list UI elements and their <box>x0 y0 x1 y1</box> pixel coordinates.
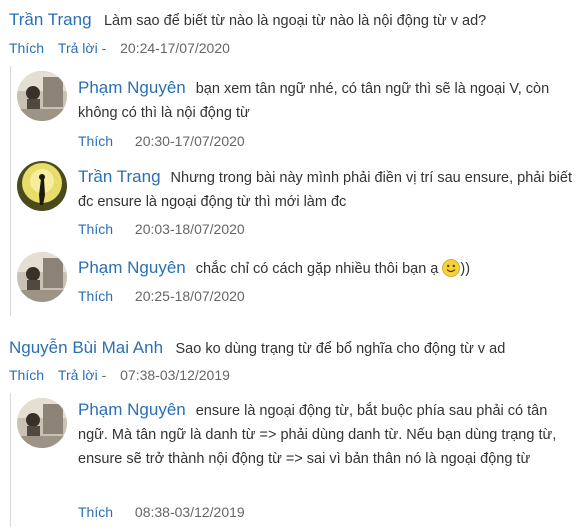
comment-author[interactable]: Nguyễn Bùi Mai Anh <box>9 338 163 357</box>
reply-item: Trần Trang Nhưng trong bài này mình phải … <box>17 161 577 241</box>
like-button[interactable]: Thích <box>9 367 44 383</box>
comment-meta: Thích Trả lời - 20:24-17/07/2020 <box>9 38 230 58</box>
like-button[interactable]: Thích <box>78 504 113 520</box>
replies-list: Phạm Nguyên ensure là ngoại động từ, bắt … <box>10 393 581 527</box>
reply-body: Phạm Nguyên ensure là ngoại động từ, bắt … <box>78 398 573 471</box>
reply-text: chắc chỉ có cách gặp nhiều thôi bạn ạ <box>195 261 439 277</box>
replies-list: Phạm Nguyên bạn xem tân ngữ nhé, có tân n… <box>10 66 581 316</box>
reply-meta: Thích 08:38-03/12/2019 <box>78 502 245 522</box>
reply-item: Phạm Nguyên chắc chỉ có cách gặp nhiều th… <box>17 252 577 312</box>
separator: - <box>101 367 107 383</box>
reply-time: 20:30-17/07/2020 <box>134 133 245 149</box>
separator: - <box>101 40 107 56</box>
reply-item: Phạm Nguyên ensure là ngoại động từ, bắt … <box>17 398 577 526</box>
reply-button[interactable]: Trả lời <box>58 40 98 56</box>
reply-time: 20:25-18/07/2020 <box>134 288 245 304</box>
comment-time: 20:24-17/07/2020 <box>120 40 230 56</box>
reply-item: Phạm Nguyên bạn xem tân ngữ nhé, có tân n… <box>17 71 577 151</box>
reply-meta: Thích 20:30-17/07/2020 <box>78 131 245 151</box>
comment: Trần Trang Làm sao để biết từ nào là ngo… <box>9 9 486 32</box>
avatar[interactable] <box>17 71 67 121</box>
reply-time: 20:03-18/07/2020 <box>134 221 245 237</box>
comment-text: Sao ko dùng trạng từ để bổ nghĩa cho độn… <box>175 341 506 357</box>
like-button[interactable]: Thích <box>78 133 113 149</box>
reply-button[interactable]: Trả lời <box>58 367 98 383</box>
like-button[interactable]: Thích <box>78 288 113 304</box>
comment-meta: Thích Trả lời - 07:38-03/12/2019 <box>9 365 230 385</box>
reply-author[interactable]: Phạm Nguyên <box>78 78 186 97</box>
reply-time: 08:38-03/12/2019 <box>134 504 245 520</box>
reply-author[interactable]: Trần Trang <box>78 167 161 186</box>
reply-body: Phạm Nguyên chắc chỉ có cách gặp nhiều th… <box>78 256 573 281</box>
like-button[interactable]: Thích <box>9 40 44 56</box>
reply-meta: Thích 20:03-18/07/2020 <box>78 219 245 239</box>
reply-body: Phạm Nguyên bạn xem tân ngữ nhé, có tân n… <box>78 76 573 125</box>
avatar[interactable] <box>17 161 67 211</box>
reply-body: Trần Trang Nhưng trong bài này mình phải … <box>78 165 573 214</box>
reply-author[interactable]: Phạm Nguyên <box>78 258 186 277</box>
comment-author[interactable]: Trần Trang <box>9 10 92 29</box>
comment-time: 07:38-03/12/2019 <box>120 367 230 383</box>
avatar[interactable] <box>17 252 67 302</box>
reply-text-suffix: )) <box>460 261 471 277</box>
reply-author[interactable]: Phạm Nguyên <box>78 400 186 419</box>
smiley-icon <box>442 259 461 277</box>
avatar[interactable] <box>17 398 67 448</box>
like-button[interactable]: Thích <box>78 221 113 237</box>
comment: Nguyễn Bùi Mai Anh Sao ko dùng trạng từ … <box>9 337 505 360</box>
comment-text: Làm sao để biết từ nào là ngoại từ nào l… <box>103 13 487 29</box>
reply-meta: Thích 20:25-18/07/2020 <box>78 286 245 306</box>
